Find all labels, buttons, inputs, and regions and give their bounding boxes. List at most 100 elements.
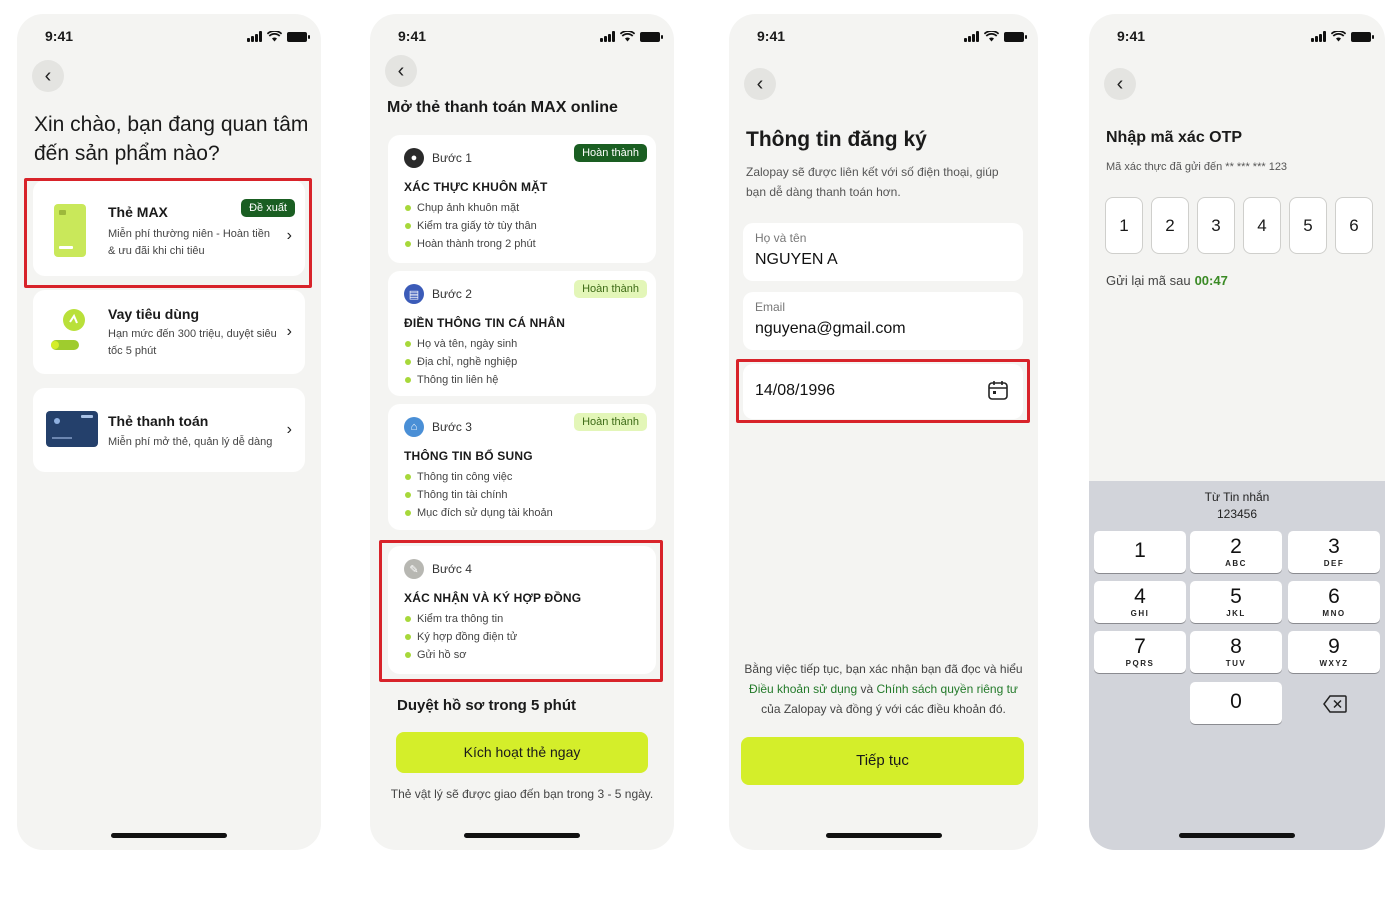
status-bar: 9:41 (17, 28, 321, 48)
face-icon: ● (404, 148, 424, 168)
step-item: Mục đích sử dụng tài khoản (404, 504, 553, 522)
product-card-vay-tieu-dung[interactable]: Vay tiêu dùng Hạn mức đến 300 triệu, duy… (33, 290, 305, 374)
otp-digit-box[interactable]: 4 (1243, 197, 1281, 254)
highlight-frame (736, 359, 1030, 423)
review-time-text: Duyệt hồ sơ trong 5 phút (397, 697, 576, 714)
back-button[interactable]: ‹ (385, 55, 417, 87)
key-digit: 9 (1328, 635, 1340, 658)
signal-icon (247, 31, 262, 42)
suggestion-code: 123456 (1216, 507, 1258, 521)
sms-code-suggestion[interactable]: Từ Tin nhắn 123456 (1089, 489, 1385, 523)
key-2[interactable]: 2 ABC (1190, 531, 1282, 573)
back-button[interactable]: ‹ (1104, 68, 1136, 100)
step-item: Thông tin tài chính (404, 486, 553, 504)
signal-icon (964, 31, 979, 42)
loan-icon (51, 309, 85, 350)
house-icon: ⌂ (404, 417, 424, 437)
chevron-left-icon: ‹ (44, 65, 52, 87)
battery-icon (1004, 31, 1027, 42)
status-bar: 9:41 (370, 28, 674, 48)
status-icons (1311, 31, 1374, 42)
otp-input-group[interactable]: 1 2 3 4 5 6 (1105, 197, 1373, 254)
key-letters: JKL (1226, 609, 1246, 618)
email-field[interactable]: Email nguyena@gmail.com (743, 292, 1023, 350)
page-title: Xin chào, bạn đang quan tâm đến sản phẩm… (34, 113, 309, 165)
full-name-field[interactable]: Họ và tên NGUYEN A (743, 223, 1023, 281)
step-title: XÁC THỰC KHUÔN MẶT (404, 180, 548, 194)
step-card-1: ● Bước 1 Hoàn thành XÁC THỰC KHUÔN MẶT C… (388, 135, 656, 263)
terms-text: Bằng việc tiếp tục, bạn xác nhận bạn đã … (739, 659, 1028, 719)
key-0[interactable]: 0 (1190, 682, 1282, 724)
step-item: Kiểm tra giấy tờ tùy thân (404, 217, 537, 235)
key-1[interactable]: 1 (1094, 531, 1186, 573)
status-bar: 9:41 (1089, 28, 1385, 48)
terms-and: và (860, 682, 874, 696)
document-icon: ▤ (404, 284, 424, 304)
home-indicator (825, 833, 942, 838)
status-icons (964, 31, 1027, 42)
otp-digit-box[interactable]: 3 (1197, 197, 1235, 254)
privacy-policy-link[interactable]: Chính sách quyền riêng tư (877, 682, 1018, 696)
product-card-the-thanh-toan[interactable]: Thẻ thanh toán Miễn phí mở thẻ, quản lý … (33, 388, 305, 472)
back-button[interactable]: ‹ (32, 60, 64, 92)
step-items: Chụp ảnh khuôn mặt Kiểm tra giấy tờ tùy … (404, 199, 537, 253)
key-5[interactable]: 5 JKL (1190, 581, 1282, 623)
resend-label: Gửi lại mã sau (1106, 273, 1191, 288)
step-item: Hoàn thành trong 2 phút (404, 235, 537, 253)
key-digit: 8 (1230, 635, 1242, 658)
step-label: Bước 2 (432, 287, 472, 301)
signal-icon (1311, 31, 1326, 42)
page-subtitle: Mã xác thực đã gửi đến ** *** *** 123 (1106, 161, 1288, 173)
page-title: Thông tin đăng ký (746, 128, 927, 151)
home-indicator (464, 833, 580, 838)
chevron-left-icon: ‹ (397, 60, 405, 82)
key-letters: GHI (1130, 609, 1150, 618)
battery-icon (1351, 31, 1374, 42)
field-value: nguyena@gmail.com (755, 320, 906, 337)
continue-button[interactable]: Tiếp tục (741, 737, 1024, 785)
key-7[interactable]: 7 PQRS (1094, 631, 1186, 673)
wifi-icon (984, 31, 999, 42)
field-value: NGUYEN A (755, 251, 838, 268)
otp-digit-box[interactable]: 6 (1335, 197, 1373, 254)
resend-timer: 00:47 (1194, 273, 1228, 288)
product-desc: Miễn phí mở thẻ, quản lý dễ dàng (108, 436, 273, 448)
back-button[interactable]: ‹ (744, 68, 776, 100)
highlight-frame (379, 540, 663, 682)
field-label: Email (755, 300, 786, 314)
field-label: Họ và tên (755, 231, 807, 245)
key-8[interactable]: 8 TUV (1190, 631, 1282, 673)
battery-icon (287, 31, 310, 42)
step-label: Bước 1 (432, 151, 472, 165)
chevron-left-icon: ‹ (1116, 73, 1124, 95)
status-badge: Hoàn thành (574, 144, 647, 162)
backspace-icon[interactable] (1323, 695, 1347, 713)
phone-screen-otp: 9:41 ‹ Nhập mã xác OTP Mã xác thực đã gử… (1089, 14, 1385, 850)
step-item: Địa chỉ, nghề nghiệp (404, 353, 517, 371)
step-title: ĐIỀN THÔNG TIN CÁ NHÂN (404, 316, 566, 330)
battery-icon (640, 31, 663, 42)
signal-icon (600, 31, 615, 42)
key-digit: 7 (1134, 635, 1146, 658)
activate-card-button[interactable]: Kích hoạt thẻ ngay (396, 732, 648, 773)
highlight-frame (24, 178, 312, 288)
otp-digit-box[interactable]: 5 (1289, 197, 1327, 254)
key-3[interactable]: 3 DEF (1288, 531, 1380, 573)
terms-of-use-link[interactable]: Điều khoản sử dụng (749, 682, 857, 696)
product-name: Thẻ thanh toán (108, 413, 209, 429)
step-label: Bước 3 (432, 420, 472, 434)
key-4[interactable]: 4 GHI (1094, 581, 1186, 623)
phone-screen-registration: 9:41 ‹ Thông tin đăng ký Zalopay sẽ được… (729, 14, 1038, 850)
key-6[interactable]: 6 MNO (1288, 581, 1380, 623)
product-name: Vay tiêu dùng (108, 306, 200, 322)
page-title: Mở thẻ thanh toán MAX online (387, 99, 618, 116)
key-digit: 5 (1230, 585, 1242, 608)
otp-digit-box[interactable]: 2 (1151, 197, 1189, 254)
key-9[interactable]: 9 WXYZ (1288, 631, 1380, 673)
key-letters: TUV (1225, 659, 1247, 668)
key-letters: DEF (1323, 559, 1345, 568)
product-desc: Hạn mức đến 300 triệu, duyệt siêu tốc 5 … (108, 328, 277, 357)
otp-digit-box[interactable]: 1 (1105, 197, 1143, 254)
phone-screen-product-select: 9:41 ‹ Xin chào, bạn đang quan tâm đến s… (17, 14, 321, 850)
debit-card-icon (46, 411, 98, 447)
